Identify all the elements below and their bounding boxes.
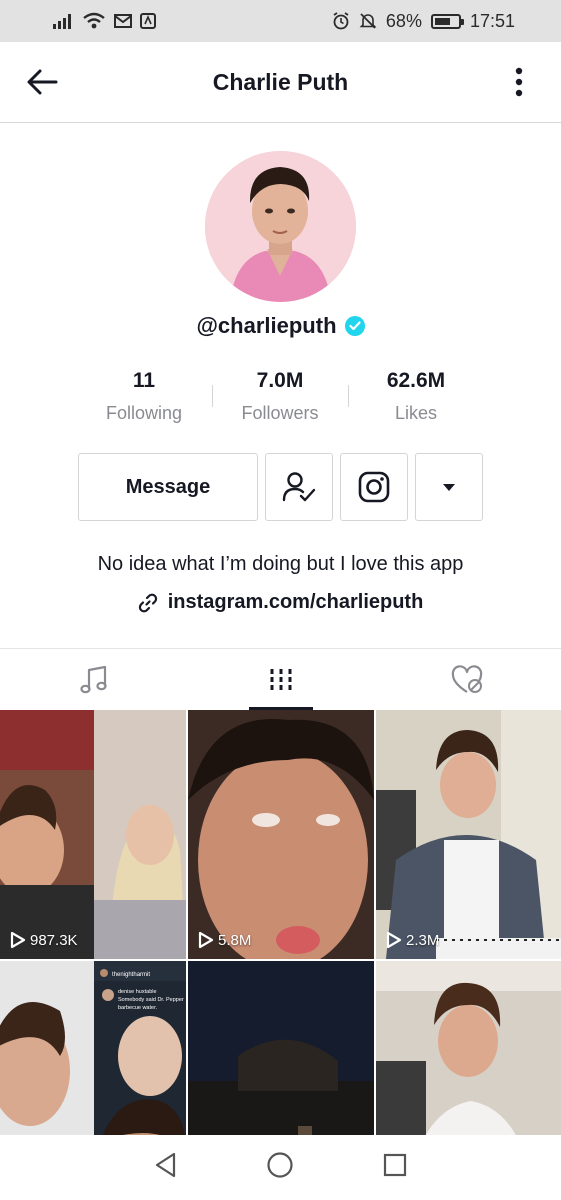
- stats-row: 11 Following 7.0M Followers 62.6M Likes: [76, 369, 484, 424]
- tweet-author: denise huxtable: [118, 989, 157, 995]
- profile-link[interactable]: instagram.com/charlieputh: [0, 591, 561, 614]
- stat-label: Following: [105, 403, 183, 423]
- view-count-text: 2.3M: [406, 931, 440, 949]
- triangle-back-icon: [156, 1152, 176, 1178]
- wifi-icon: [82, 12, 106, 30]
- video-grid: 987.3K 5.8M 2.3M thenightharmit denise h…: [0, 710, 561, 1200]
- profile-bio: No idea what I’m doing but I love this a…: [97, 553, 464, 575]
- vertical-dots-icon: [515, 67, 523, 97]
- tweet-text: barbecue water.: [118, 1005, 158, 1011]
- top-nav-bar: Charlie Puth: [0, 42, 561, 123]
- stat-value: 11: [132, 369, 156, 392]
- stat-following[interactable]: 11 Following: [76, 369, 212, 424]
- stat-value: 62.6M: [386, 369, 446, 392]
- content-tabs: [0, 648, 561, 710]
- mute-icon: [359, 12, 377, 30]
- view-count-text: 987.3K: [30, 931, 78, 949]
- status-bar: 68% 17:51: [0, 0, 561, 42]
- stat-likes: 62.6M Likes: [348, 369, 484, 424]
- stat-followers[interactable]: 7.0M Followers: [212, 369, 348, 424]
- system-nav-bar: [0, 1135, 561, 1200]
- more-options-button[interactable]: [499, 62, 539, 102]
- battery-icon: [430, 13, 464, 29]
- mail-icon: [114, 14, 132, 28]
- verified-badge-icon: [344, 316, 365, 336]
- system-home-button[interactable]: [266, 1151, 294, 1184]
- clock: 17:51: [469, 10, 515, 31]
- video-thumbnail[interactable]: 5.8M: [188, 710, 374, 959]
- caret-down-icon: [443, 483, 455, 491]
- link-text: instagram.com/charlieputh: [167, 591, 424, 613]
- stat-label: Followers: [241, 403, 319, 423]
- stat-value: 7.0M: [256, 369, 304, 392]
- battery-level: [434, 17, 450, 25]
- alarm-icon: [332, 12, 350, 30]
- user-check-icon: [282, 472, 316, 502]
- video-thumbnail[interactable]: 987.3K: [0, 710, 186, 959]
- signal-icon: [52, 13, 74, 29]
- back-button[interactable]: [22, 62, 62, 102]
- square-recents-icon: [383, 1153, 406, 1177]
- liked-private-icon: [451, 664, 482, 693]
- view-count-text: 5.8M: [218, 931, 252, 949]
- circle-home-icon: [267, 1152, 294, 1178]
- suggested-accounts-button[interactable]: [415, 453, 483, 521]
- username-handle: @charlieputh: [196, 313, 337, 338]
- video-grid-icon: [270, 668, 291, 691]
- system-recents-button[interactable]: [383, 1153, 407, 1182]
- play-icon: [198, 931, 214, 949]
- stat-label: Likes: [394, 403, 438, 423]
- instagram-icon: [358, 471, 390, 503]
- profile-actions: Message: [78, 453, 483, 521]
- tab-videos[interactable]: [187, 649, 374, 710]
- tweet-account: thenightharmit: [112, 972, 150, 978]
- view-count: 987.3K: [10, 931, 78, 949]
- tab-liked[interactable]: [374, 649, 561, 710]
- handle-row: @charlieputh: [0, 313, 561, 339]
- tab-sounds[interactable]: [0, 649, 187, 710]
- view-count: 2.3M: [386, 931, 439, 949]
- page-title: Charlie Puth: [212, 68, 349, 95]
- tweet-text: Somebody said Dr. Pepper: [118, 997, 184, 1003]
- system-back-button[interactable]: [154, 1152, 178, 1183]
- view-count: 5.8M: [198, 931, 251, 949]
- music-note-icon: [79, 665, 107, 693]
- play-icon: [386, 931, 402, 949]
- app-notification-icon: [140, 13, 156, 29]
- link-icon: [138, 593, 157, 612]
- arrow-left-icon: [27, 69, 58, 95]
- video-thumbnail[interactable]: 2.3M: [376, 710, 561, 959]
- battery-percent: 68%: [385, 10, 422, 31]
- message-button[interactable]: Message: [78, 453, 258, 521]
- play-icon: [10, 931, 26, 949]
- following-status-button[interactable]: [265, 453, 333, 521]
- avatar[interactable]: [205, 151, 356, 302]
- instagram-button[interactable]: [340, 453, 408, 521]
